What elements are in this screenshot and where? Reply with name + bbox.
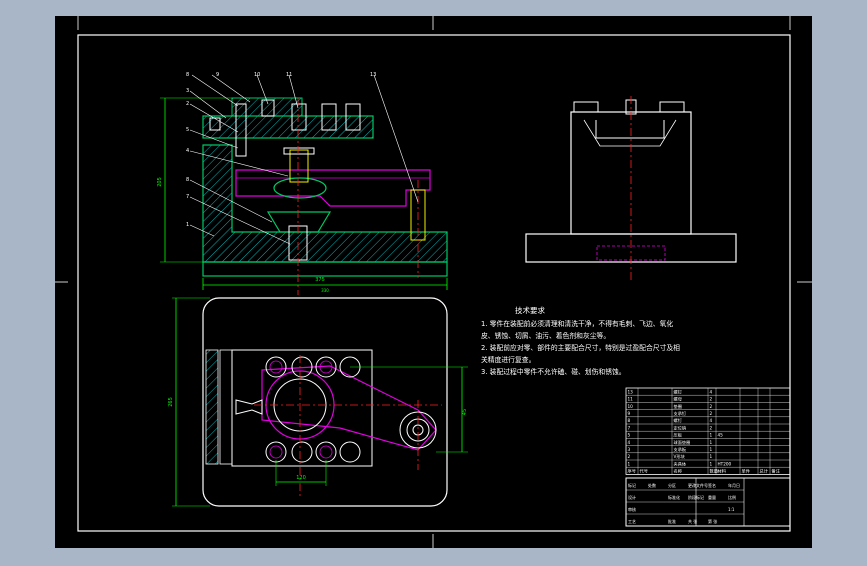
tech-req-title: 技术要求 xyxy=(515,305,545,315)
title-cell: 标准化 xyxy=(668,494,680,500)
top-height-label: 265 xyxy=(168,397,174,407)
bom-cell: 10 xyxy=(628,404,634,409)
bom-cell: HT200 xyxy=(718,461,732,466)
tech-req-line-1: 1. 零件在装配前必须清理和清洗干净，不得有毛刺、飞边、氧化 xyxy=(481,319,673,328)
title-cell: 标记 xyxy=(628,482,636,488)
callout-11: 11 xyxy=(286,72,292,78)
bom-cell: 1 xyxy=(628,461,631,466)
bom-header-cell: 总计 xyxy=(760,468,768,475)
bom-header-cell: 单件 xyxy=(742,468,750,475)
front-height-label: 205 xyxy=(157,177,163,187)
bom-cell: 1 xyxy=(710,454,713,459)
title-cell: 处数 xyxy=(648,482,656,488)
callout-3: 3 xyxy=(186,88,189,94)
bom-cell: 定位销 xyxy=(674,424,687,431)
top-plate xyxy=(202,115,374,139)
bom-header-cell: 代号 xyxy=(640,468,648,475)
tech-req-line-5: 3. 装配过程中零件不允许磕、碰、划伤和锈蚀。 xyxy=(481,367,626,376)
callout-8b: 8 xyxy=(186,177,189,183)
bom-header-cell: 序号 xyxy=(628,468,636,475)
hole-spacing-label: 120 xyxy=(296,475,306,481)
bom-cell: V形块 xyxy=(674,453,686,460)
bom-cell: 11 xyxy=(628,397,634,402)
title-cell: 分区 xyxy=(668,482,676,488)
callout-7: 7 xyxy=(186,194,189,200)
title-cell: 批准 xyxy=(668,518,676,524)
callout-2: 2 xyxy=(186,101,189,107)
top-side-plate xyxy=(205,349,219,465)
bom-cell: 垫圈 xyxy=(674,403,682,410)
bom-cell: 45 xyxy=(718,433,724,438)
front-width-label: 375 xyxy=(315,277,325,283)
bom-cell: 4 xyxy=(710,389,713,394)
title-cell: 共 张 xyxy=(688,518,697,524)
vertical-spacing-label: 45 xyxy=(462,409,468,415)
tech-req-line-3: 2. 装配前应对零、部件的主要配合尺寸，特别是过盈配合尺寸及相 xyxy=(481,343,680,352)
drawing-sheet xyxy=(55,16,812,548)
title-cell: 设计 xyxy=(628,494,636,500)
bom-header-cell: 材料 xyxy=(718,468,727,475)
bom-cell: 1 xyxy=(710,447,713,452)
bom-cell: 2 xyxy=(710,411,713,416)
callout-1: 1 xyxy=(186,222,189,228)
bom-cell: 螺钉 xyxy=(674,388,683,395)
callout-9: 9 xyxy=(216,72,219,78)
bom-cell: 支承板 xyxy=(674,446,687,453)
bom-header-cell: 备注 xyxy=(772,468,781,475)
callout-8: 8 xyxy=(186,72,189,78)
bom-cell: 7 xyxy=(628,425,631,430)
cad-viewport[interactable]: 375 330 205 8 9 10 11 13 3 2 5 4 8 7 1 2… xyxy=(0,0,867,562)
bom-cell: 2 xyxy=(710,404,713,409)
bom-cell: 2 xyxy=(710,397,713,402)
bom-header-cell: 名称 xyxy=(674,468,682,475)
front-sub-label: 330 xyxy=(321,288,329,293)
tech-req-line-2: 皮、锈蚀、切屑、油污、着色剂和灰尘等。 xyxy=(481,331,610,340)
bom-cell: 球面垫圈 xyxy=(674,439,691,446)
bom-cell: 螺母 xyxy=(674,396,682,403)
callout-5: 5 xyxy=(186,127,189,133)
title-cell: 比例 xyxy=(728,494,736,500)
bom-cell: 13 xyxy=(628,389,634,394)
bom-cell: 1 xyxy=(710,440,713,445)
bom-cell: 3 xyxy=(628,447,631,452)
bom-cell: 8 xyxy=(628,418,631,423)
bom-cell: 支承钉 xyxy=(674,410,687,417)
tech-req-line-4: 关精度进行复查。 xyxy=(481,355,535,364)
title-cell: 年月日 xyxy=(728,482,740,488)
title-cell: 1:1 xyxy=(728,507,735,512)
bom-cell: 4 xyxy=(628,440,631,445)
bom-cell: 2 xyxy=(628,454,631,459)
bom-cell: 1 xyxy=(710,433,713,438)
title-cell: 审核 xyxy=(628,506,636,512)
bom-cell: 5 xyxy=(628,433,631,438)
title-cell: 更改文件号 xyxy=(688,482,708,488)
bom-cell: 2 xyxy=(710,425,713,430)
title-cell: 重量 xyxy=(708,494,716,500)
title-cell: 第 张 xyxy=(708,518,717,524)
title-cell: 工艺 xyxy=(628,519,636,524)
callout-10: 10 xyxy=(254,72,260,78)
bom-cell: 夹具体 xyxy=(674,460,687,467)
callout-4: 4 xyxy=(186,148,189,154)
bom-cell: 1 xyxy=(710,461,713,466)
title-cell: 阶段标记 xyxy=(688,494,704,500)
bom-cell: 螺钉 xyxy=(674,417,683,424)
bom-cell: 4 xyxy=(710,418,713,423)
drawing-canvas: 375 330 205 8 9 10 11 13 3 2 5 4 8 7 1 2… xyxy=(55,16,812,548)
bom-cell: 压板 xyxy=(674,432,683,439)
title-cell: 签名 xyxy=(708,482,716,488)
bom-cell: 9 xyxy=(628,411,631,416)
callout-13: 13 xyxy=(370,72,376,78)
